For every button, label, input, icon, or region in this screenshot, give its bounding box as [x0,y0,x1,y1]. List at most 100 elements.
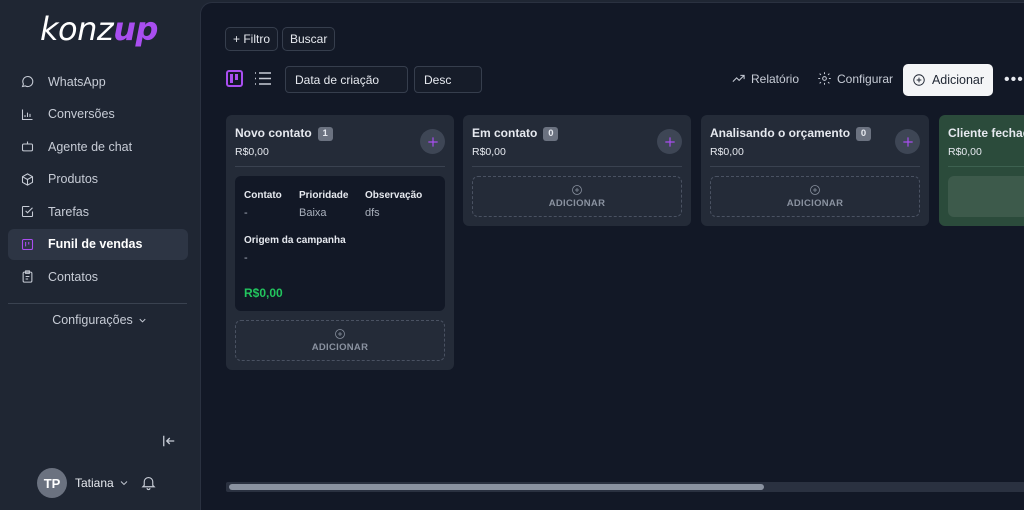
trending-up-icon [732,74,745,82]
kanban-icon [21,238,34,250]
field-key: Observação [365,190,423,201]
add-card-zone[interactable]: ADICIONAR [710,176,920,217]
column-add-button[interactable] [895,129,920,154]
sidebar-item-whatsapp[interactable]: WhatsApp [8,66,188,97]
add-card-zone[interactable]: ADICIONAR [472,176,682,217]
column-header: Cliente fechado R$0,00 [948,115,1024,167]
sidebar-item-conversoes[interactable]: Conversões [8,99,188,130]
report-button[interactable]: Relatório [731,71,799,86]
horizontal-scrollbar[interactable] [226,482,1024,492]
plus-circle-icon [572,185,582,195]
collapse-sidebar-button[interactable] [160,432,178,450]
chat-bubble-icon [21,76,34,88]
search-button[interactable]: Buscar [282,27,336,51]
collapse-left-icon [163,435,175,447]
add-button[interactable]: Adicionar [903,64,993,96]
sidebar-item-label: Contatos [48,269,99,284]
configure-button[interactable]: Configurar [817,71,893,86]
sidebar: konzup WhatsApp Conversões Agente de cha… [0,0,200,510]
report-label: Relatório [751,71,800,86]
filter-button[interactable]: + Filtro [225,27,279,51]
brand-logo[interactable]: konzup [40,10,158,48]
column-total: R$0,00 [948,146,982,158]
sidebar-nav: WhatsApp Conversões Agente de chat Produ… [8,66,188,294]
scrollbar-thumb[interactable] [229,484,764,490]
plus-circle-icon [810,185,820,195]
settings-menu[interactable]: Configurações [0,313,200,327]
card-value: R$0,00 [244,286,283,300]
column-total: R$0,00 [472,146,506,158]
settings-label: Configurações [52,313,133,327]
column-add-button[interactable] [657,129,682,154]
chevron-down-icon [120,481,128,486]
brand-logo-part1: konz [40,10,114,48]
field-key: Origem da campanha [244,235,346,246]
sort-order-select[interactable]: Desc [414,66,482,93]
column-count-badge: 0 [543,127,559,141]
add-label: Adicionar [931,73,985,87]
column-header: Novo contato 1 R$0,00 [235,115,445,167]
sidebar-item-label: Funil de vendas [48,237,143,251]
sidebar-item-agente-de-chat[interactable]: Agente de chat [8,131,188,162]
gear-icon [818,72,831,85]
sidebar-item-contatos[interactable]: Contatos [8,261,188,292]
more-options-icon[interactable]: ••• [1004,71,1024,89]
column-total: R$0,00 [235,146,269,158]
column-title: Novo contato 1 [235,126,333,141]
add-card-zone[interactable] [948,176,1024,217]
box-icon [21,172,34,186]
user-name: Tatiana [75,476,114,490]
kanban-view-icon[interactable] [226,70,243,87]
column-count-badge: 1 [317,127,333,141]
robot-icon [21,141,34,152]
brand-logo-part2: up [113,10,158,48]
card-field-contact: Contato - [244,190,282,219]
plus-icon [902,136,913,147]
add-card-label: ADICIONAR [548,198,606,209]
checkbox-icon [21,205,34,218]
column-title: Analisando o orçamento 0 [710,126,872,141]
sidebar-item-label: Agente de chat [48,139,133,154]
card-field-campaign: Origem da campanha - [244,235,346,264]
configure-label: Configurar [837,71,894,86]
column-header: Em contato 0 R$0,00 [472,115,682,167]
list-view-icon [255,72,271,85]
sidebar-item-label: Conversões [48,107,115,121]
column-total: R$0,00 [710,146,744,158]
add-card-label: ADICIONAR [311,342,369,353]
column-title: Cliente fechado [948,126,1024,140]
chevron-down-icon [139,318,146,323]
field-value: - [244,207,248,219]
add-card-label: ADICIONAR [786,198,844,209]
column-add-button[interactable] [420,129,445,154]
clipboard-icon [22,270,33,283]
field-key: Prioridade [299,190,349,201]
sidebar-item-label: Tarefas [48,204,89,219]
card-field-note: Observação dfs [365,190,422,219]
sidebar-divider [8,303,187,304]
field-value: Baixa [299,207,327,219]
main-content: + Filtro Buscar Data de criação Desc Rel… [200,2,1024,510]
deal-card[interactable]: Contato - Prioridade Baixa Observação df… [235,176,445,311]
pipeline-column-em-contato: Em contato 0 R$0,00 ADICIONAR [463,115,691,226]
sidebar-item-label: Produtos [48,172,99,186]
plus-circle-icon [335,329,345,339]
card-field-priority: Prioridade Baixa [299,190,348,219]
sidebar-item-tarefas[interactable]: Tarefas [8,196,188,227]
bell-icon[interactable] [140,474,157,491]
plus-icon [427,136,438,147]
pipeline-column-analisando-o-orcamento: Analisando o orçamento 0 R$0,00 ADICIONAR [701,115,929,226]
plus-circle-icon [913,74,925,86]
add-card-zone[interactable]: ADICIONAR [235,320,445,361]
field-value: - [244,252,248,264]
column-title: Em contato 0 [472,126,559,141]
sidebar-item-funil-de-vendas[interactable]: Funil de vendas [8,228,188,260]
pipeline-column-novo-contato: Novo contato 1 R$0,00 Contato - Prioridad… [226,115,454,370]
plus-icon [664,136,675,147]
user-menu[interactable]: TP Tatiana [37,468,130,498]
field-value: dfs [365,207,380,219]
sort-field-select[interactable]: Data de criação [285,66,408,93]
list-view-button[interactable] [254,70,272,87]
sidebar-item-produtos[interactable]: Produtos [8,164,188,195]
sidebar-item-label: WhatsApp [48,74,106,89]
